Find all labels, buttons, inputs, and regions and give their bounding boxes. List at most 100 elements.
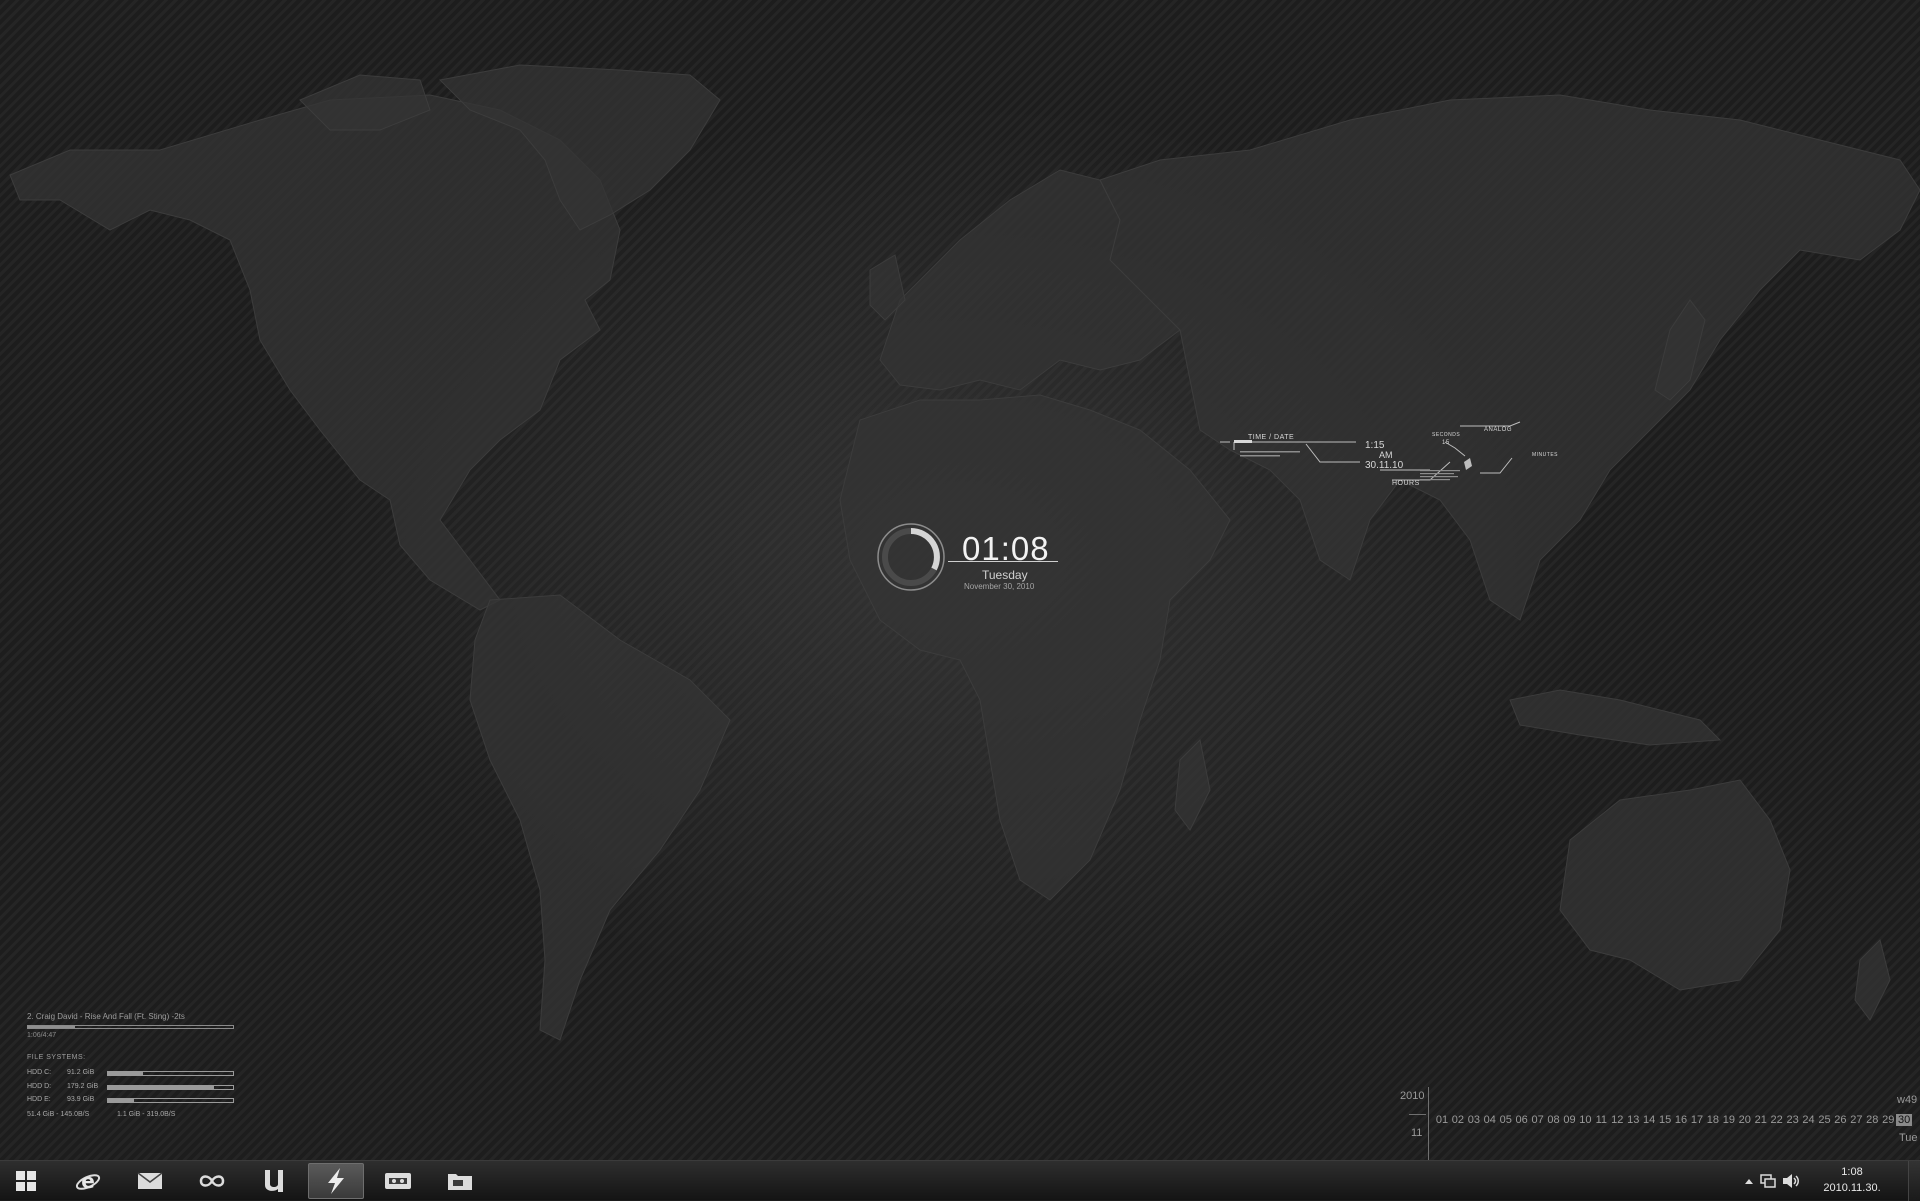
volume-icon[interactable]	[1782, 1173, 1800, 1189]
drive-label: HDD D:	[27, 1082, 52, 1090]
explorer-button[interactable]	[432, 1163, 488, 1199]
calendar-day: 14	[1643, 1114, 1656, 1126]
clock-divider	[948, 561, 1058, 562]
calendar-day: 18	[1706, 1114, 1720, 1126]
drive-label: HDD C:	[27, 1069, 52, 1076]
calendar-day: 06	[1515, 1114, 1528, 1126]
hud-minutes-label: MINUTES	[1532, 452, 1558, 458]
calendar-day: 11	[1595, 1114, 1608, 1126]
hud-title: TIME / DATE	[1248, 434, 1295, 441]
hud-time-widget: TIME / DATE 1:15 AM 30.11.10 SECONDS 15 …	[1220, 418, 1560, 494]
music-player-widget: 2. Craig David - Rise And Fall (Ft. Stin…	[27, 1012, 237, 1039]
drive-size: 93.9 GiB	[67, 1096, 95, 1103]
calendar-day: 21	[1754, 1114, 1767, 1126]
utorrent-icon	[265, 1170, 283, 1192]
lightning-bolt-icon	[328, 1168, 344, 1194]
desktop[interactable]: 01:08 Tuesday November 30, 2010 TIME / D…	[0, 0, 1920, 1160]
windows-logo-icon	[16, 1171, 36, 1191]
internet-explorer-button[interactable]: e	[60, 1163, 116, 1199]
drive-size: 179.2 GiB	[67, 1082, 99, 1090]
calendar-day: 29	[1882, 1114, 1895, 1126]
hud-ampm: AM	[1379, 450, 1393, 460]
clock-ring-icon	[877, 523, 945, 591]
file-systems-widget: FILE SYSTEMS: HDD C: 91.2 GiB HDD D: 179…	[27, 1054, 242, 1121]
calendar-strip-widget: 2010 11 01 02 03 04 05 06 07 08 09 10 11 12 13 14 15 16…	[1395, 1084, 1920, 1160]
calendar-day: 24	[1802, 1114, 1815, 1126]
calendar-divider-vertical	[1428, 1087, 1429, 1160]
start-button[interactable]	[0, 1163, 52, 1199]
calendar-day: 27	[1850, 1114, 1863, 1126]
calendar-day: 04	[1483, 1114, 1496, 1126]
show-desktop-button[interactable]	[1908, 1161, 1920, 1201]
drive-row-d: HDD D: 179.2 GiB	[27, 1083, 242, 1097]
calendar-day: 05	[1499, 1114, 1512, 1126]
drive-usage-bar	[107, 1071, 234, 1076]
calendar-day: 20	[1738, 1114, 1751, 1126]
calendar-day: 28	[1866, 1114, 1879, 1126]
drive-row-c: HDD C: 91.2 GiB	[27, 1069, 242, 1083]
clock-time: 01:08	[962, 530, 1050, 567]
taskbar-clock-time[interactable]: 1:08	[1800, 1166, 1904, 1178]
hud-hours-label: HOURS	[1392, 480, 1420, 487]
disk-write-rate: 1.1 GiB - 319.0B/S	[117, 1110, 176, 1118]
calendar-day: 09	[1563, 1114, 1576, 1126]
drive-usage-fill	[108, 1085, 215, 1089]
taskbar-clock-date[interactable]: 2010.11.30.	[1800, 1182, 1904, 1194]
calendar-day: 01	[1435, 1114, 1449, 1126]
calendar-day: 23	[1786, 1114, 1799, 1126]
infinity-link-icon	[199, 1175, 225, 1187]
utorrent-button[interactable]	[246, 1163, 302, 1199]
system-tray: 1:08 2010.11.30.	[1740, 1161, 1920, 1201]
hud-seconds-label: SECONDS	[1432, 432, 1461, 438]
taskbar: e 1:08 2010.11.30.	[0, 1160, 1920, 1201]
track-title: 2. Craig David - Rise And Fall (Ft. Stin…	[27, 1012, 185, 1021]
disk-read-rate: 51.4 GiB - 145.0B/S	[27, 1110, 90, 1118]
drive-usage-bar	[107, 1098, 234, 1103]
media-button[interactable]	[370, 1163, 426, 1199]
calendar-divider	[1409, 1114, 1426, 1115]
calendar-week: w49	[1897, 1094, 1918, 1106]
disk-io-row: 51.4 GiB - 145.0B/S 1.1 GiB - 319.0B/S	[27, 1111, 242, 1121]
calendar-day: 17	[1690, 1114, 1704, 1126]
calendar-weekday: Tue	[1899, 1132, 1918, 1144]
clock-day: Tuesday	[982, 568, 1028, 582]
drive-label: HDD E:	[27, 1096, 51, 1103]
film-reel-icon	[385, 1173, 411, 1189]
calendar-day: 07	[1531, 1114, 1544, 1126]
track-progress-bar[interactable]	[27, 1025, 234, 1029]
network-status-icon[interactable]	[1760, 1173, 1776, 1189]
mail-button[interactable]	[122, 1163, 178, 1199]
network-button[interactable]	[184, 1163, 240, 1199]
drive-row-e: HDD E: 93.9 GiB	[27, 1096, 242, 1110]
clock-date: November 30, 2010	[964, 582, 1035, 591]
calendar-day: 19	[1722, 1114, 1735, 1126]
calendar-days: 01 02 03 04 05 06 07 08 09 10 11 12 13 14 15 16 17 18 19 20…	[1434, 1114, 1913, 1126]
show-hidden-icons-icon[interactable]	[1744, 1177, 1754, 1185]
drive-usage-fill	[108, 1099, 135, 1102]
track-progress-fill	[28, 1026, 76, 1028]
calendar-year: 2010	[1400, 1090, 1425, 1102]
drive-size: 91.2 GiB	[67, 1069, 95, 1076]
calendar-day: 13	[1627, 1114, 1640, 1126]
calendar-day: 03	[1467, 1114, 1480, 1126]
clock-widget: 01:08 Tuesday November 30, 2010	[876, 522, 1076, 592]
folder-icon	[448, 1174, 472, 1190]
calendar-day: 26	[1834, 1114, 1847, 1126]
hud-seconds-value: 15	[1442, 440, 1450, 446]
calendar-day: 12	[1611, 1114, 1624, 1126]
calendar-day: 22	[1770, 1114, 1783, 1126]
calendar-day: 15	[1658, 1114, 1672, 1126]
file-systems-title: FILE SYSTEMS:	[27, 1054, 86, 1061]
envelope-icon	[137, 1172, 163, 1189]
drive-usage-bar	[107, 1084, 234, 1090]
hud-date: 30.11.10	[1365, 460, 1404, 471]
calendar-month: 11	[1411, 1127, 1423, 1139]
calendar-day: 16	[1674, 1114, 1688, 1126]
winamp-button[interactable]	[308, 1163, 364, 1199]
svg-text:e: e	[81, 1169, 95, 1193]
internet-explorer-icon: e	[75, 1169, 101, 1193]
calendar-day: 08	[1547, 1114, 1560, 1126]
hud-analog-label: ANALOG	[1484, 427, 1513, 433]
drive-usage-fill	[108, 1072, 143, 1075]
calendar-day: 10	[1579, 1114, 1592, 1126]
